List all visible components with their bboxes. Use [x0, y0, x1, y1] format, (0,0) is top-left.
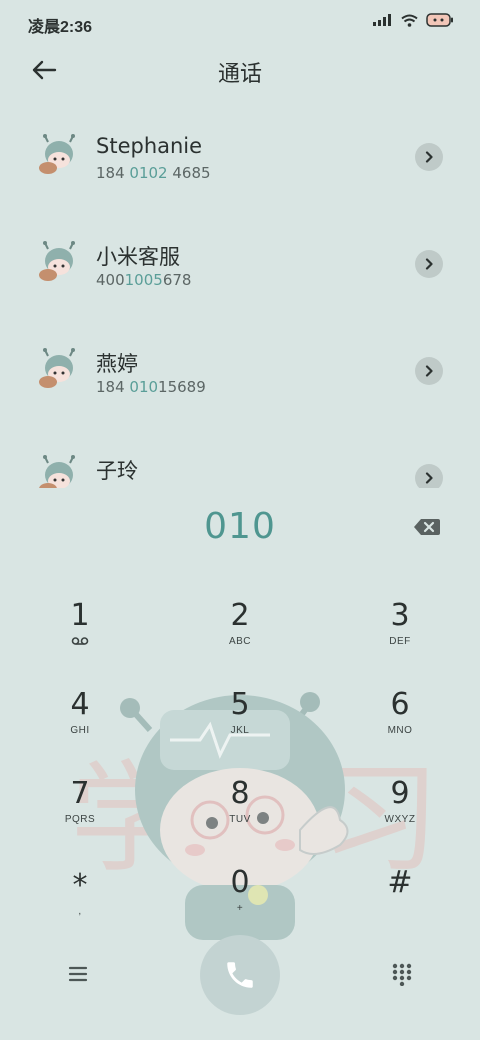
contact-detail-button[interactable]	[415, 357, 443, 385]
status-bar: 凌晨2:36	[0, 0, 480, 44]
dialpad-button[interactable]	[391, 962, 413, 987]
contact-row[interactable]: 小米客服 4001005678	[0, 217, 480, 324]
chevron-right-icon	[425, 258, 433, 270]
phone-icon	[227, 962, 253, 988]
chevron-right-icon	[425, 365, 433, 377]
status-time: 凌晨2:36	[28, 19, 93, 36]
key-6[interactable]: 6 MNO	[350, 687, 450, 759]
voicemail-icon	[30, 636, 130, 649]
key-1[interactable]: 1	[30, 598, 130, 670]
key-3[interactable]: 3 DEF	[350, 598, 450, 670]
key-letters: ,	[78, 906, 82, 917]
battery-icon	[426, 13, 453, 27]
key-letters: JKL	[230, 725, 250, 736]
contact-name: 子玲	[96, 459, 138, 483]
key-digit: 0	[230, 865, 250, 900]
avatar	[39, 134, 75, 174]
chevron-right-icon	[425, 472, 433, 484]
header: 通话	[0, 44, 480, 96]
key-letters: WXYZ	[384, 814, 416, 825]
contact-detail-button[interactable]	[415, 143, 443, 171]
key-digit: 7	[70, 776, 90, 811]
avatar	[39, 241, 75, 281]
contact-name: Stephanie	[96, 134, 203, 158]
key-hash[interactable]: #	[350, 865, 450, 937]
status-icons	[373, 13, 454, 27]
key-letters: +	[236, 903, 244, 914]
page-title: 通话	[217, 62, 262, 87]
contact-number: 4001005678	[96, 271, 192, 289]
key-digit: 8	[230, 776, 250, 811]
contact-number: 184 0102 4685	[96, 164, 211, 182]
backspace-button[interactable]	[412, 516, 442, 538]
key-8[interactable]: 8 TUV	[190, 776, 290, 848]
key-digit: 2	[230, 598, 250, 633]
avatar	[39, 455, 75, 488]
contact-number: 184 01015689	[96, 378, 206, 396]
key-digit: *	[72, 868, 88, 903]
dialed-number: 010	[204, 506, 276, 547]
contact-row[interactable]: 子玲	[0, 431, 480, 488]
contact-detail-button[interactable]	[415, 250, 443, 278]
key-letters: ABC	[228, 636, 252, 647]
dialpad-icon	[392, 963, 412, 987]
key-digit: 4	[70, 687, 90, 722]
contact-name: 燕婷	[96, 352, 138, 376]
chevron-right-icon	[425, 151, 433, 163]
key-digit: 5	[230, 687, 250, 722]
key-2[interactable]: 2 ABC	[190, 598, 290, 670]
key-letters: MNO	[387, 725, 413, 736]
contact-list[interactable]: Stephanie 184 0102 4685 小米客服 4001005678	[0, 110, 480, 488]
key-9[interactable]: 9 WXYZ	[350, 776, 450, 848]
menu-button[interactable]	[66, 964, 90, 984]
key-letters: PQRS	[64, 814, 96, 825]
key-0[interactable]: 0 +	[190, 865, 290, 937]
avatar	[39, 348, 75, 388]
call-button[interactable]	[200, 935, 280, 1015]
key-digit: 9	[390, 776, 410, 811]
key-letters: GHI	[70, 725, 90, 736]
contact-row[interactable]: 燕婷 184 01015689	[0, 324, 480, 431]
key-digit: 1	[70, 598, 90, 633]
contact-detail-button[interactable]	[415, 464, 443, 488]
key-digit: 6	[390, 687, 410, 722]
key-7[interactable]: 7 PQRS	[30, 776, 130, 848]
menu-icon	[68, 966, 88, 982]
key-star[interactable]: * ,	[30, 868, 130, 940]
wifi-icon	[401, 14, 418, 27]
key-letters: TUV	[229, 814, 251, 825]
key-digit: 3	[390, 598, 410, 633]
backspace-icon	[414, 519, 440, 535]
key-4[interactable]: 4 GHI	[30, 687, 130, 759]
signal-icon	[373, 14, 391, 26]
contact-row[interactable]: Stephanie 184 0102 4685	[0, 110, 480, 217]
contact-name: 小米客服	[96, 245, 180, 269]
key-digit: #	[387, 865, 413, 900]
key-5[interactable]: 5 JKL	[190, 687, 290, 759]
key-letters: DEF	[389, 636, 411, 647]
